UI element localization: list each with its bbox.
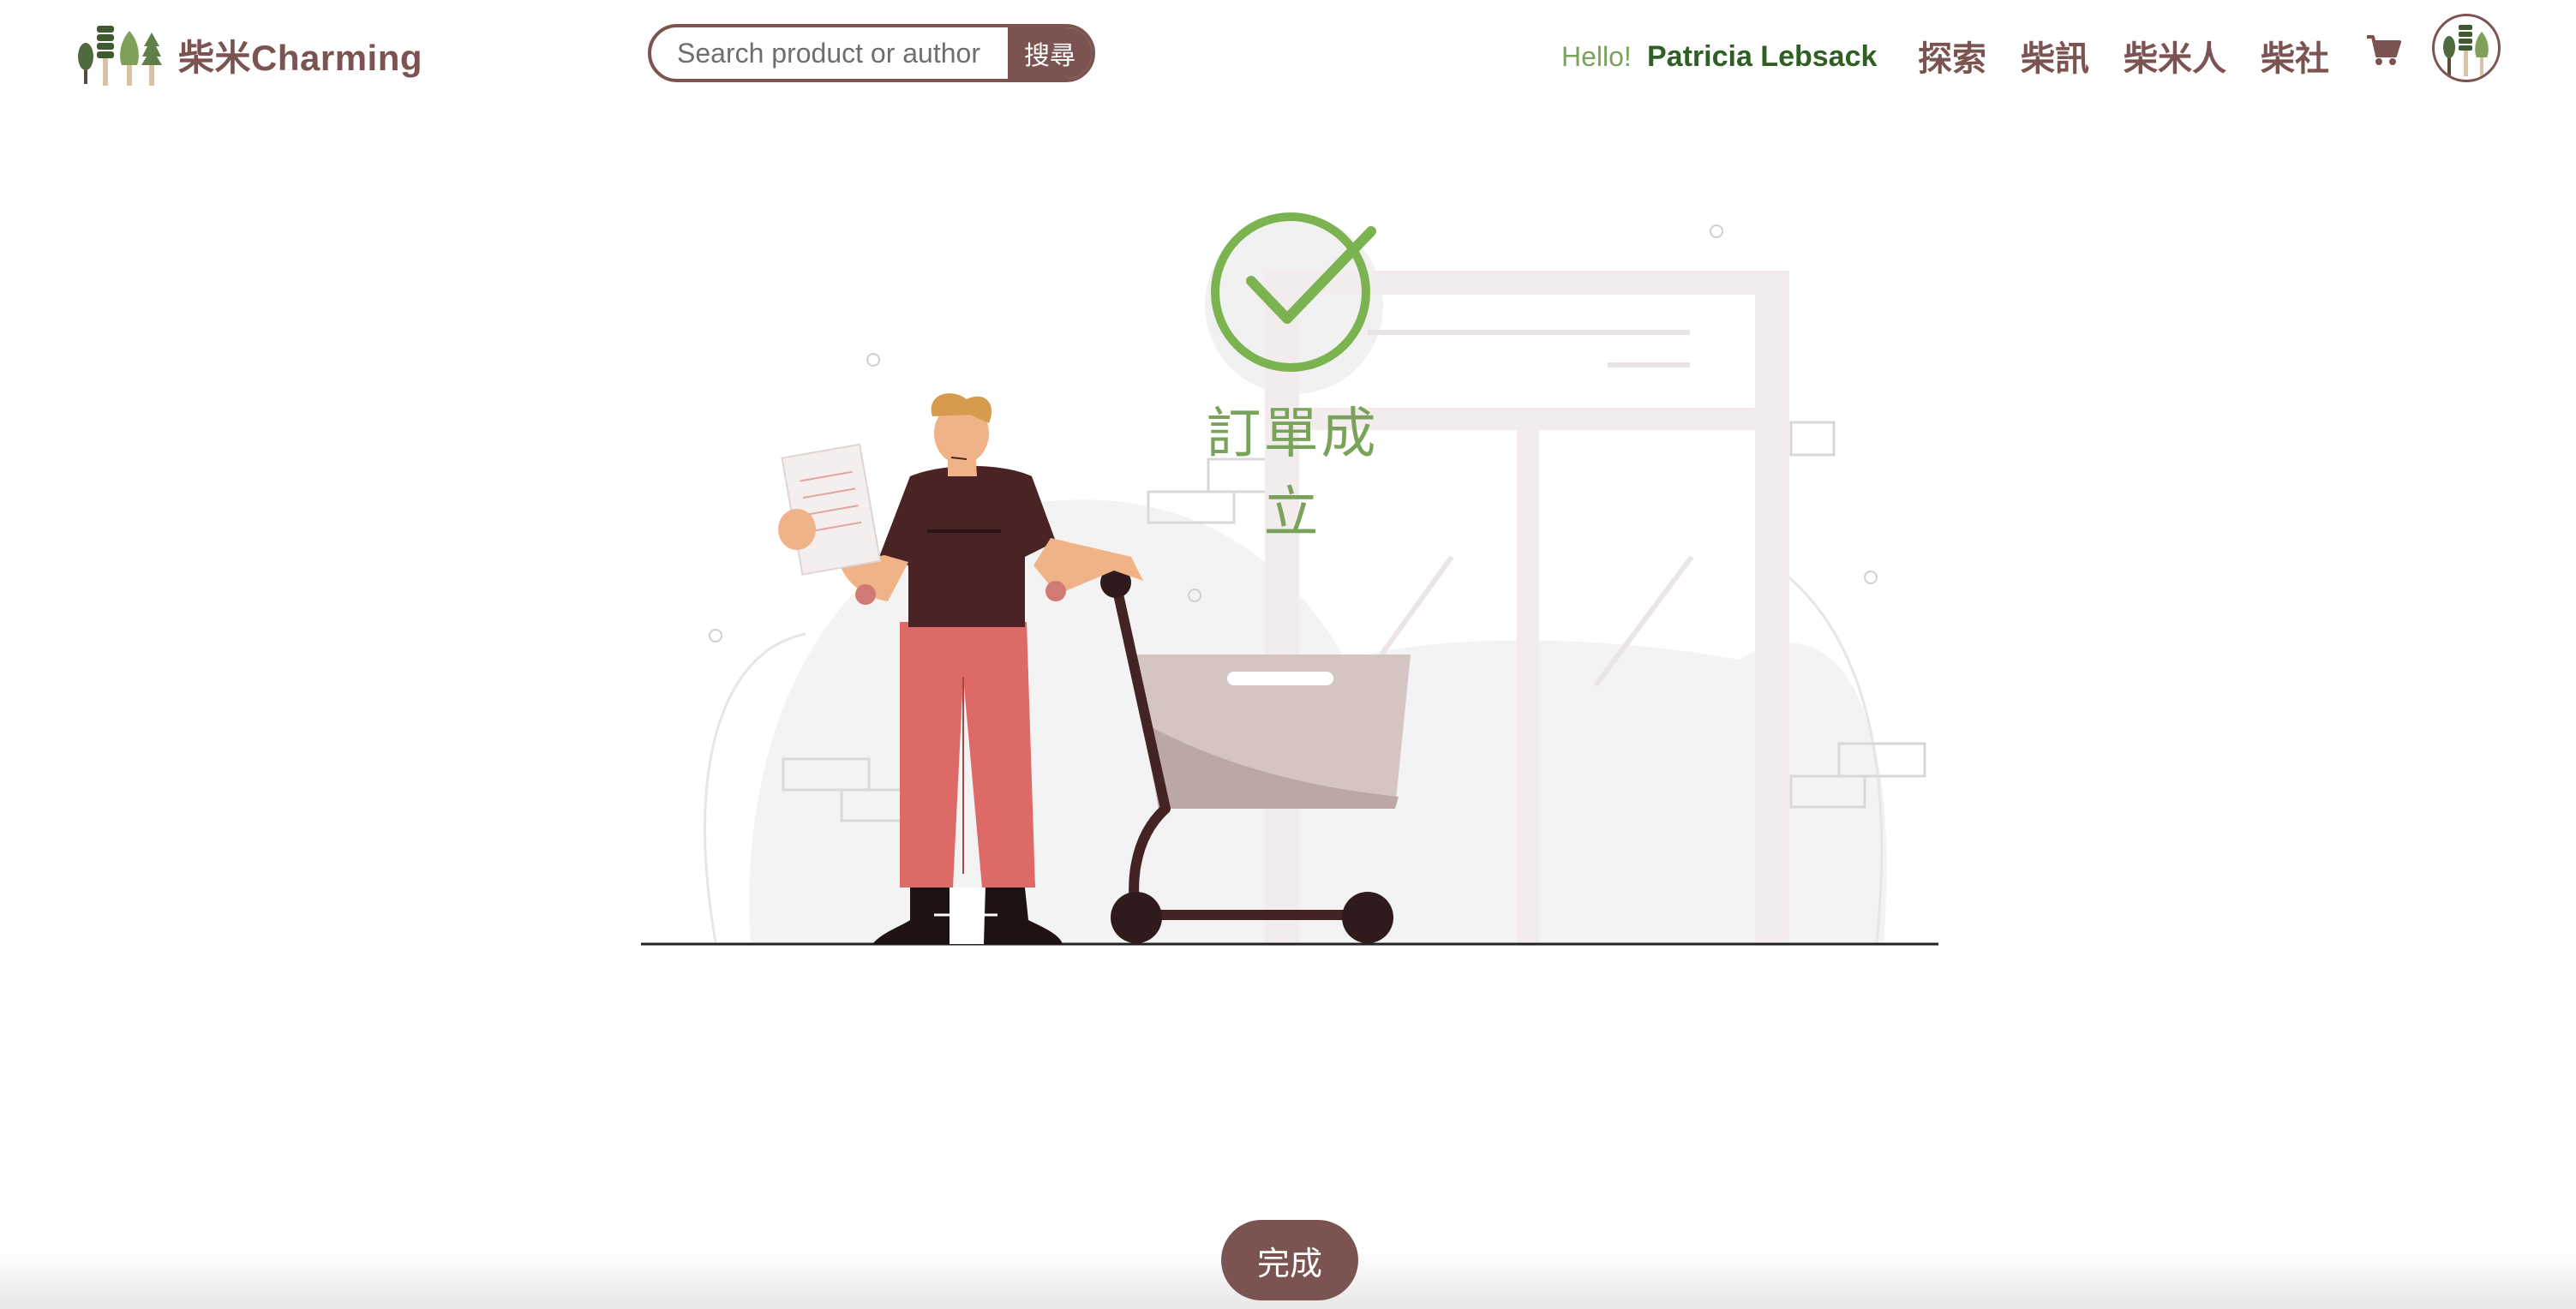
decor-dot bbox=[866, 353, 880, 367]
done-button[interactable]: 完成 bbox=[1221, 1220, 1358, 1300]
decor-dot bbox=[709, 629, 722, 643]
decor-dot bbox=[1864, 571, 1878, 584]
order-success-title: 訂單成立 bbox=[1206, 403, 1379, 545]
decor-dot bbox=[1710, 224, 1723, 238]
order-illustration bbox=[641, 212, 1938, 946]
